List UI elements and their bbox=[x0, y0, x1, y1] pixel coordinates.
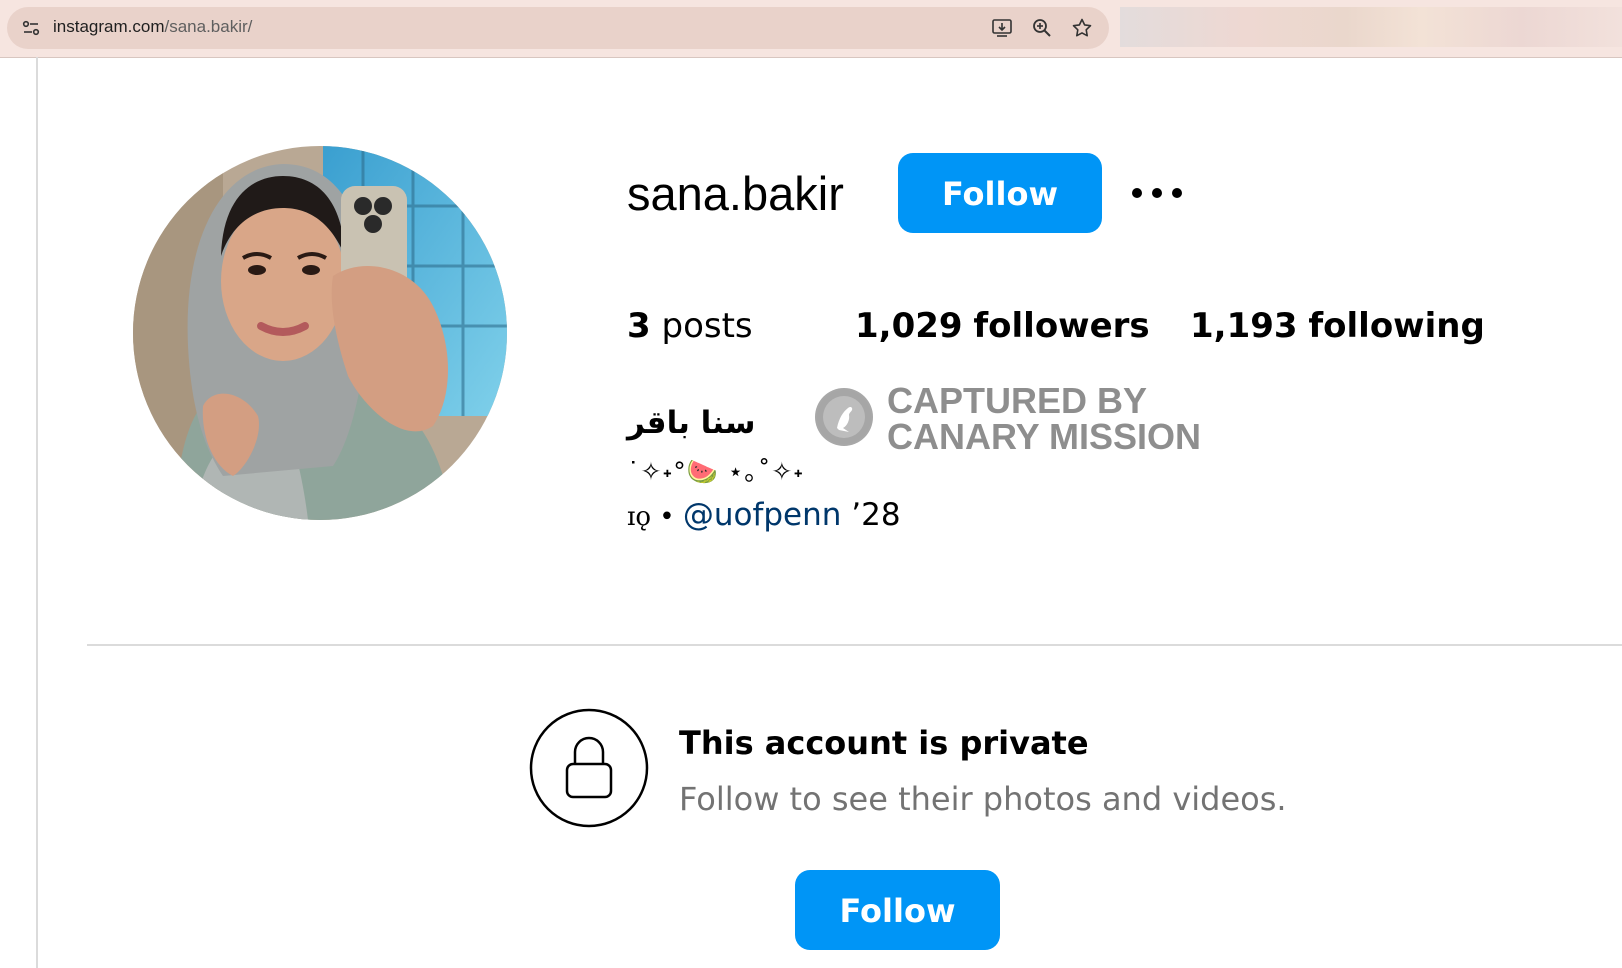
url-domain: instagram.com bbox=[53, 17, 165, 36]
address-bar[interactable]: instagram.com/sana.bakir/ bbox=[7, 7, 1109, 49]
followers-count-value: 1,029 bbox=[855, 306, 963, 346]
bookmark-star-icon[interactable] bbox=[1071, 17, 1093, 39]
url-text[interactable]: instagram.com/sana.bakir/ bbox=[53, 17, 252, 37]
following-count[interactable]: 1,193 following bbox=[1190, 306, 1485, 346]
watermark-line-2: CANARY MISSION bbox=[887, 416, 1202, 457]
bio-prefix: ɪǫ • bbox=[627, 502, 683, 532]
blurred-extensions-area bbox=[1120, 7, 1622, 47]
posts-count-value: 3 bbox=[627, 306, 651, 346]
install-app-icon[interactable] bbox=[991, 17, 1013, 39]
following-count-value: 1,193 bbox=[1190, 306, 1298, 346]
profile-username: sana.bakir bbox=[627, 167, 844, 220]
follow-button[interactable]: Follow bbox=[898, 153, 1102, 233]
private-account-subtitle: Follow to see their photos and videos. bbox=[679, 780, 1287, 818]
zoom-icon[interactable] bbox=[1031, 17, 1053, 39]
followers-count[interactable]: 1,029 followers bbox=[855, 306, 1150, 346]
private-account-title: This account is private bbox=[679, 724, 1089, 762]
bio-mention-link[interactable]: @uofpenn bbox=[683, 497, 842, 533]
follow-button-bottom[interactable]: Follow bbox=[795, 870, 1000, 950]
watermark-text: CAPTURED BY CANARY MISSION bbox=[887, 383, 1201, 455]
bio-suffix: ’28 bbox=[841, 497, 901, 533]
watermark-line-1: CAPTURED BY bbox=[887, 380, 1148, 421]
url-path: /sana.bakir/ bbox=[164, 17, 253, 36]
followers-count-label: followers bbox=[973, 306, 1150, 346]
bio-line: ɪǫ • @uofpenn ’28 bbox=[627, 497, 901, 533]
more-options-icon[interactable] bbox=[1132, 178, 1192, 208]
canary-bird-icon bbox=[815, 388, 873, 446]
posts-count-label: posts bbox=[661, 306, 753, 346]
following-count-label: following bbox=[1308, 306, 1485, 346]
sidebar-divider bbox=[36, 57, 38, 968]
posts-count: 3 posts bbox=[627, 306, 753, 346]
profile-full-name: سنا باقر bbox=[627, 405, 756, 441]
bio-emoji-line: ˙✧˖°🍉 ⋆｡˚✧˖ bbox=[627, 457, 805, 486]
profile-avatar[interactable] bbox=[133, 146, 507, 520]
section-divider bbox=[87, 644, 1622, 646]
lock-icon bbox=[529, 708, 649, 828]
site-info-icon[interactable] bbox=[21, 18, 41, 38]
browser-toolbar: instagram.com/sana.bakir/ bbox=[0, 0, 1622, 58]
